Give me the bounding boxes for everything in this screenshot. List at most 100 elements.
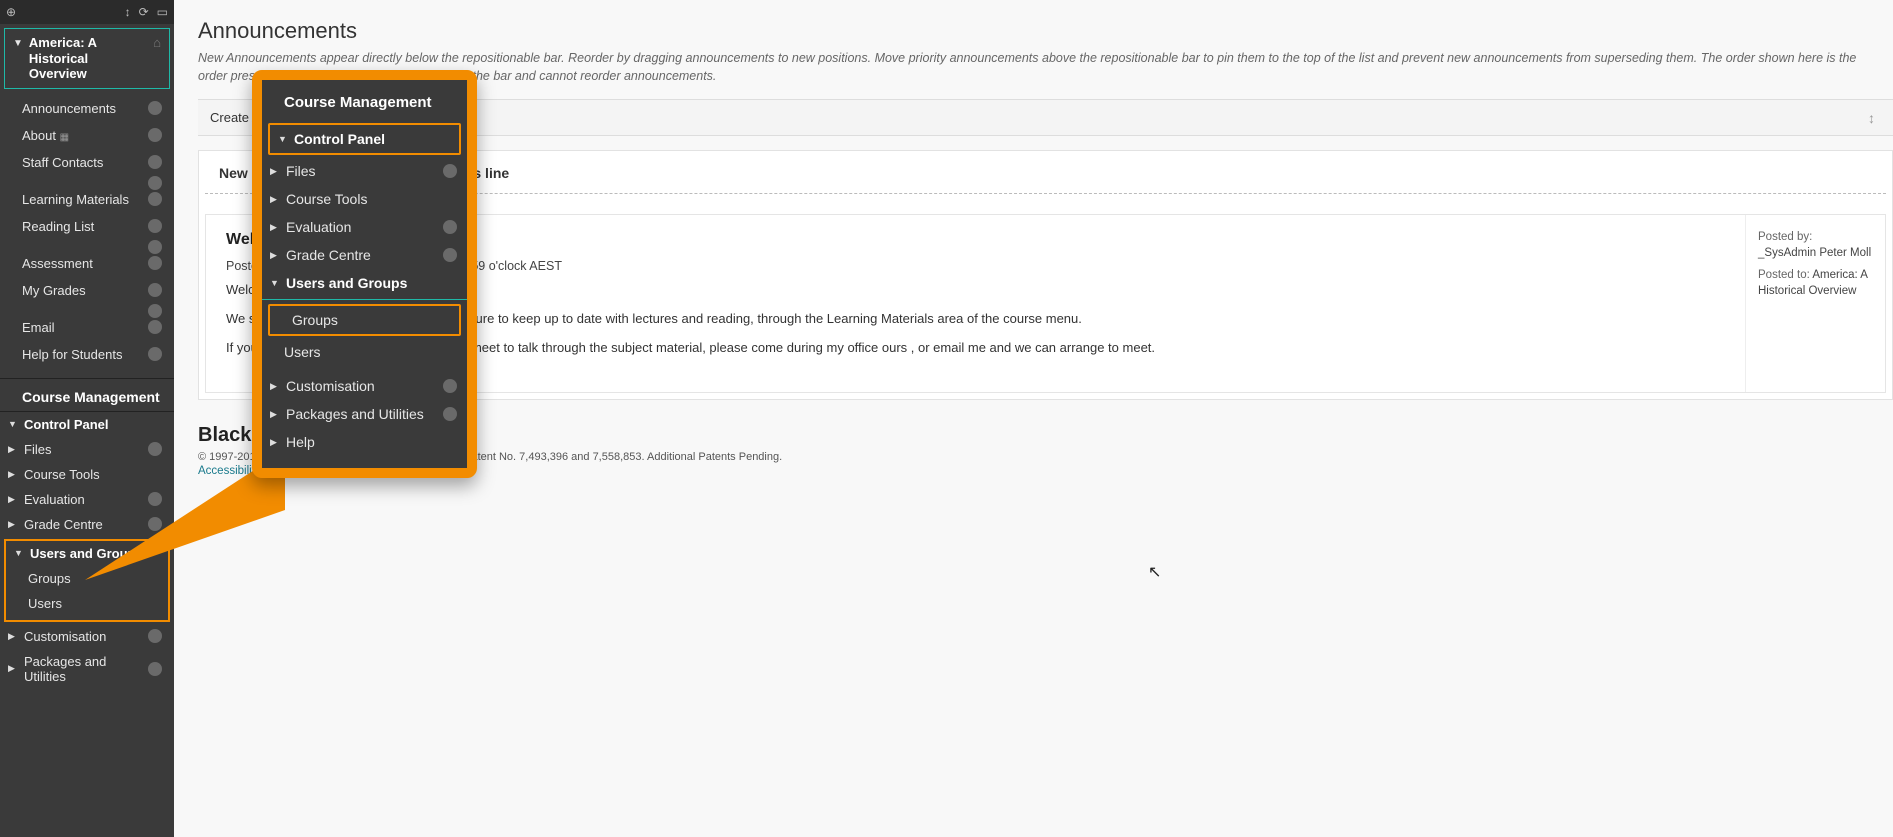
options-icon[interactable] bbox=[148, 256, 162, 270]
chevron-down-icon: ▼ bbox=[8, 419, 18, 429]
chevron-down-icon: ▼ bbox=[13, 38, 23, 49]
sidebar-toolbar: ⊕ ↕ ⟳ ▭ bbox=[0, 0, 174, 24]
options-icon[interactable] bbox=[148, 219, 162, 233]
reorder-icon[interactable]: ↕ bbox=[1868, 110, 1875, 126]
zoom-grade-centre-label: Grade Centre bbox=[286, 247, 437, 263]
zoom-groups-label: Groups bbox=[292, 312, 449, 328]
zoom-evaluation-label: Evaluation bbox=[286, 219, 437, 235]
sidebar-divider bbox=[0, 240, 174, 250]
sidebar-item-grades[interactable]: My Grades bbox=[0, 277, 174, 304]
zoom-tools-label: Course Tools bbox=[286, 191, 457, 207]
zoom-heading: Course Management bbox=[262, 80, 467, 121]
course-title-box[interactable]: ▼ America: A Historical Overview ⌂ bbox=[4, 28, 170, 89]
options-icon[interactable] bbox=[148, 192, 162, 206]
course-sidebar: ⊕ ↕ ⟳ ▭ ▼ America: A Historical Overview… bbox=[0, 0, 174, 837]
zoom-files-label: Files bbox=[286, 163, 437, 179]
sidebar-item-assessment[interactable]: Assessment bbox=[0, 250, 174, 277]
zoom-help[interactable]: ▶ Help bbox=[262, 428, 467, 456]
zoom-users-and-groups[interactable]: ▼ Users and Groups bbox=[262, 269, 467, 297]
go-icon[interactable] bbox=[443, 379, 457, 393]
teal-underline bbox=[262, 299, 467, 300]
sidebar-item-label: Assessment bbox=[22, 256, 93, 271]
sidebar-item-label: Staff Contacts bbox=[22, 155, 103, 170]
chevron-down-icon: ▼ bbox=[278, 134, 288, 144]
reorder-icon[interactable]: ↕ bbox=[125, 5, 131, 19]
zoom-highlight-groups: Groups bbox=[268, 304, 461, 336]
options-icon[interactable] bbox=[148, 347, 162, 361]
sidebar-item-label: Learning Materials bbox=[22, 192, 129, 207]
refresh-icon[interactable]: ⟳ bbox=[139, 5, 149, 19]
sidebar-item-label: About bbox=[22, 128, 56, 143]
add-menu-icon[interactable]: ⊕ bbox=[6, 5, 16, 19]
zoom-customisation-label: Customisation bbox=[286, 378, 437, 394]
sidebar-item-learning[interactable]: Learning Materials bbox=[0, 186, 174, 213]
zoom-users-and-groups-label: Users and Groups bbox=[286, 275, 457, 291]
chevron-right-icon: ▶ bbox=[270, 437, 280, 448]
posted-by-label: Posted by: bbox=[1758, 231, 1812, 243]
chevron-right-icon: ▶ bbox=[270, 166, 280, 177]
home-icon[interactable]: ⌂ bbox=[153, 35, 161, 50]
sidebar-item-label: Reading List bbox=[22, 219, 94, 234]
sidebar-item-about[interactable]: About ▦ bbox=[0, 122, 174, 149]
announcement-meta: Posted by: _SysAdmin Peter Moll Posted t… bbox=[1745, 215, 1885, 392]
options-icon[interactable] bbox=[148, 128, 162, 142]
sidebar-item-help[interactable]: Help for Students bbox=[0, 341, 174, 368]
zoom-customisation[interactable]: ▶ Customisation bbox=[262, 372, 467, 400]
options-icon[interactable] bbox=[148, 283, 162, 297]
chevron-right-icon: ▶ bbox=[270, 194, 280, 205]
sidebar-item-label: Email bbox=[22, 320, 55, 335]
zoom-control-panel[interactable]: ▼ Control Panel bbox=[270, 125, 459, 153]
chevron-right-icon: ▶ bbox=[8, 519, 18, 530]
options-icon[interactable] bbox=[148, 155, 162, 169]
go-icon[interactable] bbox=[443, 164, 457, 178]
sidebar-divider bbox=[0, 304, 174, 314]
control-panel[interactable]: ▼ Control Panel bbox=[0, 412, 174, 437]
callout-connector bbox=[85, 450, 325, 670]
chevron-right-icon: ▶ bbox=[8, 469, 18, 480]
sidebar-item-announcements[interactable]: Announcements bbox=[0, 95, 174, 122]
zoom-groups[interactable]: Groups bbox=[270, 306, 459, 334]
options-icon[interactable] bbox=[148, 320, 162, 334]
zoom-callout: Course Management ▼ Control Panel ▶ File… bbox=[252, 70, 477, 478]
chevron-down-icon: ▼ bbox=[14, 548, 24, 558]
mouse-cursor-icon: ↖ bbox=[1148, 562, 1161, 582]
options-icon[interactable] bbox=[148, 101, 162, 115]
posted-by-value: _SysAdmin Peter Moll bbox=[1758, 247, 1871, 259]
sidebar-divider bbox=[0, 176, 174, 186]
sidebar-item-reading[interactable]: Reading List bbox=[0, 213, 174, 240]
chevron-down-icon: ▼ bbox=[270, 278, 280, 288]
folder-icon[interactable]: ▭ bbox=[157, 5, 168, 19]
zoom-control-panel-label: Control Panel bbox=[294, 131, 449, 147]
chevron-right-icon: ▶ bbox=[270, 409, 280, 420]
chevron-right-icon: ▶ bbox=[8, 444, 18, 455]
page-title: Announcements bbox=[198, 18, 1893, 44]
zoom-evaluation[interactable]: ▶ Evaluation bbox=[262, 213, 467, 241]
zoom-packages[interactable]: ▶ Packages and Utilities bbox=[262, 400, 467, 428]
posted-to-label: Posted to: bbox=[1758, 269, 1810, 281]
go-icon[interactable] bbox=[443, 248, 457, 262]
chevron-right-icon: ▶ bbox=[8, 663, 18, 674]
zoom-help-label: Help bbox=[286, 434, 457, 450]
zoom-packages-label: Packages and Utilities bbox=[286, 406, 437, 422]
zoom-users[interactable]: Users bbox=[262, 338, 467, 366]
chevron-right-icon: ▶ bbox=[8, 631, 18, 642]
sidebar-item-label: Announcements bbox=[22, 101, 116, 116]
sidebar-item-staff[interactable]: Staff Contacts bbox=[0, 149, 174, 176]
sidebar-item-label: My Grades bbox=[22, 283, 86, 298]
zoom-grade-centre[interactable]: ▶ Grade Centre bbox=[262, 241, 467, 269]
content-icon: ▦ bbox=[60, 132, 69, 143]
chevron-right-icon: ▶ bbox=[270, 222, 280, 233]
go-icon[interactable] bbox=[443, 407, 457, 421]
chevron-right-icon: ▶ bbox=[270, 381, 280, 392]
chevron-right-icon: ▶ bbox=[270, 250, 280, 261]
course-title: America: A Historical Overview bbox=[29, 35, 147, 82]
zoom-highlight-control-panel: ▼ Control Panel bbox=[268, 123, 461, 155]
chevron-right-icon: ▶ bbox=[8, 494, 18, 505]
zoom-users-label: Users bbox=[284, 344, 457, 360]
sidebar-item-email[interactable]: Email bbox=[0, 314, 174, 341]
zoom-files[interactable]: ▶ Files bbox=[262, 157, 467, 185]
go-icon[interactable] bbox=[443, 220, 457, 234]
sidebar-item-label: Help for Students bbox=[22, 347, 122, 362]
zoom-tools[interactable]: ▶ Course Tools bbox=[262, 185, 467, 213]
control-panel-label: Control Panel bbox=[24, 417, 162, 432]
